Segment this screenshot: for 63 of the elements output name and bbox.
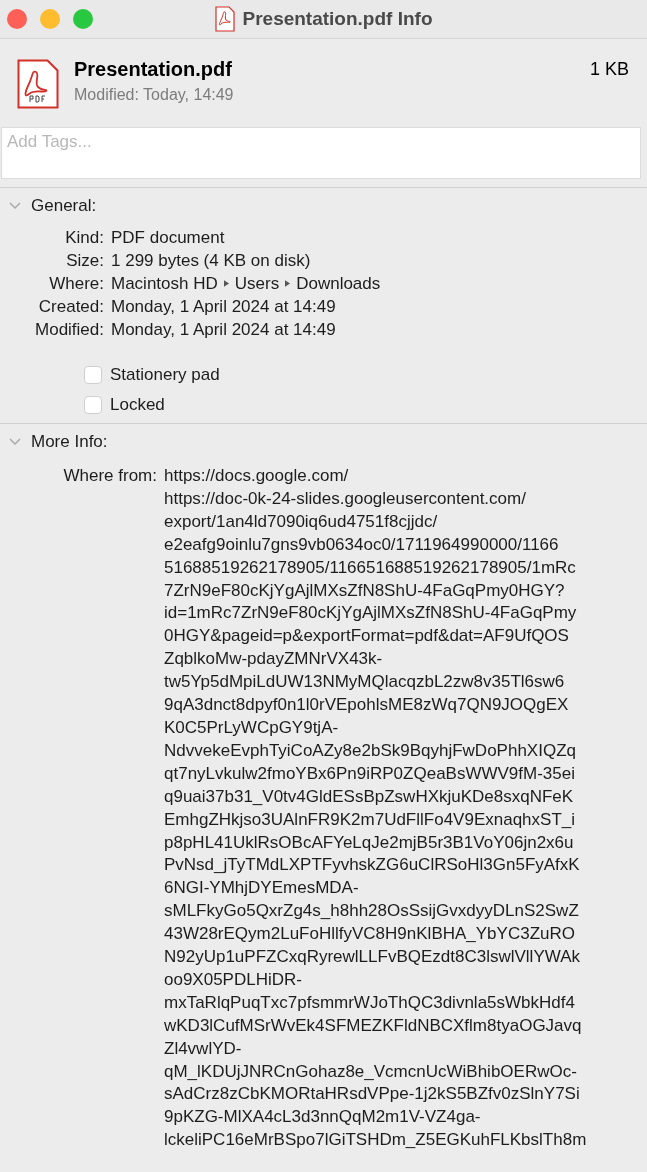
- url-text: 9qA3dnct8dpyf0n1l0rVEpohlsME8zWq7QN9JOQgEX: [164, 694, 569, 717]
- url-text: q9uai37b31_V0tv4GldESsBpZswHXkjuKDe8sxqNFeK: [164, 785, 574, 808]
- field-value: Monday, 1 April 2024 at 14:49: [111, 296, 336, 317]
- tags-field[interactable]: Add Tags...: [1, 127, 641, 179]
- field-label: Kind:: [65, 227, 104, 248]
- path-item: Users: [234, 273, 280, 294]
- section-title: More Info:: [31, 432, 108, 452]
- url-text: https://doc-0k-24-slides.googleusercontent.com/: [164, 487, 526, 510]
- url-text: qt7nyLvkulw2fmoYBx6Pn9iRP0ZQeaBsWWV9fM-35ei: [164, 762, 575, 785]
- close-button[interactable]: [7, 9, 27, 29]
- path-item: Macintosh HD: [111, 273, 218, 294]
- file-name: Presentation.pdf: [74, 57, 233, 81]
- field-label: Where:: [49, 273, 104, 294]
- url-text: sMLFkyGo5QxrZg4s_h8hh28OsSsijGvxdyyDLnS2SwZ: [164, 900, 579, 923]
- field-label: Where from:: [62, 465, 157, 487]
- url-text: wKD3lCufMSrWvEk4SFMEZKFldNBCXflm8tyaOGJavq: [164, 1014, 582, 1037]
- url-text: 7ZrN9eF80cKjYgAjlMXsZfN8ShU-4FaGqPmy0HGY?: [164, 579, 565, 602]
- url-text: ZqblkoMw-pdayZMNrVX43k-: [164, 648, 383, 671]
- url-text: lckeliPC16eMrBSpo7lGiTSHDm_Z5EGKuhFLKbslTh8m: [164, 1129, 587, 1152]
- url-text: N92yUp1uPFZCxqRyrewlLLFvBQEzdt8C3lswlVllYWAk: [164, 946, 580, 969]
- url-text: Zl4vwlYD-: [164, 1037, 242, 1060]
- url-text: qM_lKDUjJNRCnGohaz8e_VcmcnUcWiBhibOERwOc-: [164, 1060, 577, 1083]
- path-separator-icon: [223, 280, 229, 287]
- url-text: e2eafg9oinlu7gns9vb0634oc0/1711964990000/1166: [164, 533, 559, 556]
- checkbox-label[interactable]: Stationery pad: [110, 365, 220, 385]
- field-label: Size:: [66, 250, 104, 271]
- pdf-file-icon: [214, 6, 235, 32]
- url-text: id=1mRc7ZrN9eF80cKjYgAjlMXsZfN8ShU-4FaGqPmy: [164, 602, 577, 625]
- field-label: Created:: [38, 296, 104, 317]
- chevron-icon[interactable]: [9, 438, 21, 446]
- field-value: Monday, 1 April 2024 at 14:49: [111, 319, 336, 340]
- url-text: 9pKZG-MlXA4cL3d3nnQqM2m1V-VZ4ga-: [164, 1106, 481, 1129]
- url-text: EmhgZHkjso3UAlnFR9K2m7UdFllFo4V9ExnaqhxST_i: [164, 808, 575, 831]
- field-value: PDF document: [111, 227, 225, 248]
- field-label: Modified:: [35, 319, 104, 340]
- pdf-file-icon: [17, 59, 59, 109]
- file-size: 1 KB: [589, 59, 629, 80]
- checkbox-label[interactable]: Locked: [110, 395, 165, 415]
- url-text: mxTaRlqPuqTxc7pfsmmrWJoThQC3divnla5sWbkHdf4: [164, 991, 575, 1014]
- url-text: export/1an4ld7090iq6ud4751f8cjjdc/: [164, 510, 438, 533]
- url-text: p8pHL41UklRsOBcAFYeLqJe2mjB5r3B1VoY06jn2x6u: [164, 831, 574, 854]
- path-separator-icon: [285, 280, 291, 287]
- url-text: 43W28rEQym2LuFoHllfyVC8H9nKlBHA_YbYC3ZuRO: [164, 923, 575, 946]
- url-text: https://docs.google.com/: [164, 465, 349, 487]
- field-value: 1 299 bytes (4 KB on disk): [111, 250, 311, 271]
- window-title: Presentation.pdf Info: [242, 8, 433, 30]
- path-item: Downloads: [296, 273, 381, 294]
- section-title: General:: [31, 196, 97, 216]
- url-text: K0C5PrLyWCpGY9tjA-: [164, 716, 339, 739]
- url-text: sAdCrz8zCbKMORtaHRsdVPpe-1j2kS5BZfv0zSlnY7Si: [164, 1083, 580, 1106]
- url-text: NdvvekeEvphTyiCoAZy8e2bSk9BqyhjFwDoPhhXIQZq: [164, 739, 576, 762]
- checkbox[interactable]: [84, 396, 102, 414]
- modified-date: Modified: Today, 14:49: [74, 86, 235, 104]
- minimize-button[interactable]: [40, 9, 60, 29]
- zoom-button[interactable]: [73, 9, 93, 29]
- url-text: 51688519262178905/116651688519262178905/1mRc: [164, 556, 576, 579]
- chevron-icon[interactable]: [9, 202, 21, 210]
- url-text: oo9X05PDLHiDR-: [164, 968, 302, 991]
- url-text: 0HGY&pageid=p&exportFormat=pdf&dat=AF9UfQOS: [164, 625, 569, 648]
- url-text: tw5Yp5dMpiLdUW13NMyMQlacqzbL2zw8v35Tl6sw6: [164, 671, 565, 694]
- checkbox[interactable]: [84, 366, 102, 384]
- url-text: 6NGI-YMhjDYEmesMDA-: [164, 877, 359, 900]
- url-text: PvNsd_jTyTMdLXPTFyvhskZG6uClRSoHl3Gn5FyAfxK: [164, 854, 580, 877]
